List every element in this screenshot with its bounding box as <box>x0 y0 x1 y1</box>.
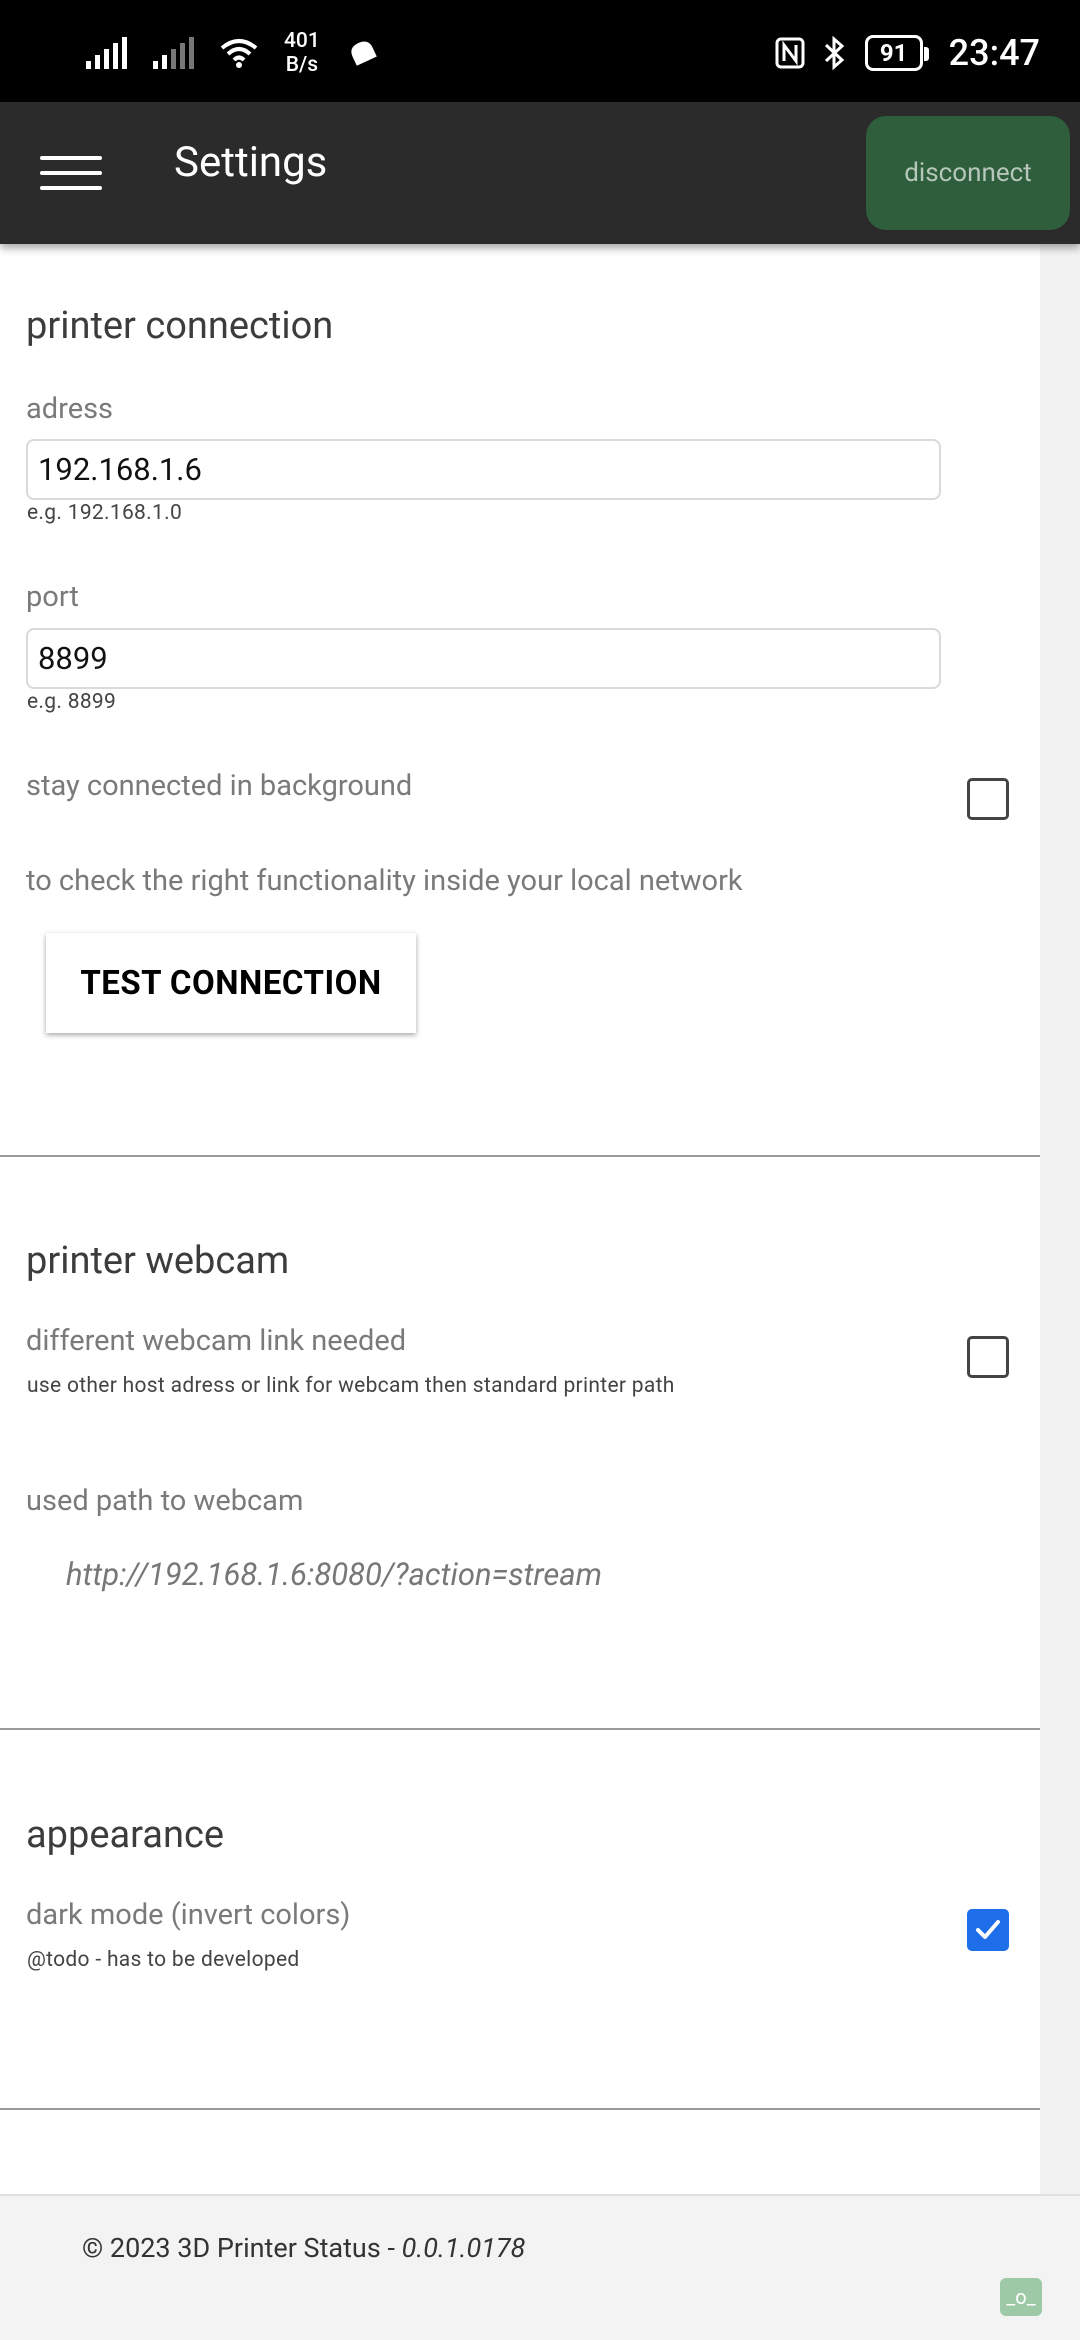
port-hint: e.g. 8899 <box>27 690 117 714</box>
dark-mode-label: dark mode (invert colors) <box>26 1898 351 1932</box>
settings-content: printer connection adress e.g. 192.168.1… <box>0 244 1040 2194</box>
battery-icon: 91 <box>864 35 929 71</box>
disconnect-button[interactable]: disconnect <box>866 116 1070 230</box>
printer-webcam-heading: printer webcam <box>26 1239 290 1283</box>
cell-signal-1-icon <box>86 37 127 69</box>
network-speed-unit: B/s <box>285 53 319 77</box>
bluetooth-icon <box>824 36 844 70</box>
port-input[interactable] <box>26 628 941 689</box>
notification-bell-icon <box>351 41 377 66</box>
footer: © 2023 3D Printer Status - 0.0.1.0178 _o… <box>0 2194 1080 2340</box>
copyright-text: © 2023 3D Printer Status - <box>82 2232 402 2264</box>
stay-connected-checkbox[interactable] <box>967 778 1009 820</box>
dark-mode-hint: @todo - has to be developed <box>27 1948 300 1972</box>
version-text: 0.0.1.0178 <box>401 2232 526 2264</box>
scrollbar[interactable] <box>1040 244 1080 2194</box>
address-hint: e.g. 192.168.1.0 <box>27 501 183 525</box>
clock: 23:47 <box>948 32 1040 74</box>
section-divider <box>0 1728 1040 1730</box>
status-bar: 401 B/s 91 23:47 <box>0 0 1080 102</box>
wifi-icon <box>220 39 258 68</box>
appearance-heading: appearance <box>26 1813 224 1857</box>
status-left: 401 B/s <box>86 29 380 77</box>
menu-icon[interactable] <box>40 156 102 192</box>
section-divider <box>0 1155 1040 1157</box>
stay-connected-label: stay connected in background <box>26 769 413 803</box>
battery-level: 91 <box>879 39 908 67</box>
address-label: adress <box>26 392 113 426</box>
nfc-icon <box>775 37 805 69</box>
status-right: 91 23:47 <box>775 30 1040 76</box>
webcam-path-value: http://192.168.1.6:8080/?action=stream <box>66 1556 602 1593</box>
cell-signal-2-icon <box>153 37 194 69</box>
test-connection-button[interactable]: TEST CONNECTION <box>46 933 416 1033</box>
port-label: port <box>26 580 79 614</box>
page-title: Settings <box>174 138 328 187</box>
different-webcam-label: different webcam link needed <box>26 1324 407 1358</box>
dark-mode-checkbox[interactable] <box>967 1909 1009 1951</box>
network-speed: 401 B/s <box>284 29 320 77</box>
address-input[interactable] <box>26 439 941 500</box>
different-webcam-checkbox[interactable] <box>967 1336 1009 1378</box>
network-speed-value: 401 <box>284 29 320 53</box>
checkmark-icon <box>976 1920 1000 1939</box>
copyright: © 2023 3D Printer Status - 0.0.1.0178 <box>82 2232 525 2264</box>
different-webcam-hint: use other host adress or link for webcam… <box>27 1374 675 1398</box>
printer-connection-heading: printer connection <box>26 304 334 348</box>
webcam-path-label: used path to webcam <box>26 1484 304 1518</box>
info-badge[interactable]: _o_ <box>1000 2278 1042 2316</box>
test-connection-info: to check the right functionality inside … <box>26 864 743 898</box>
section-divider <box>0 2108 1040 2110</box>
